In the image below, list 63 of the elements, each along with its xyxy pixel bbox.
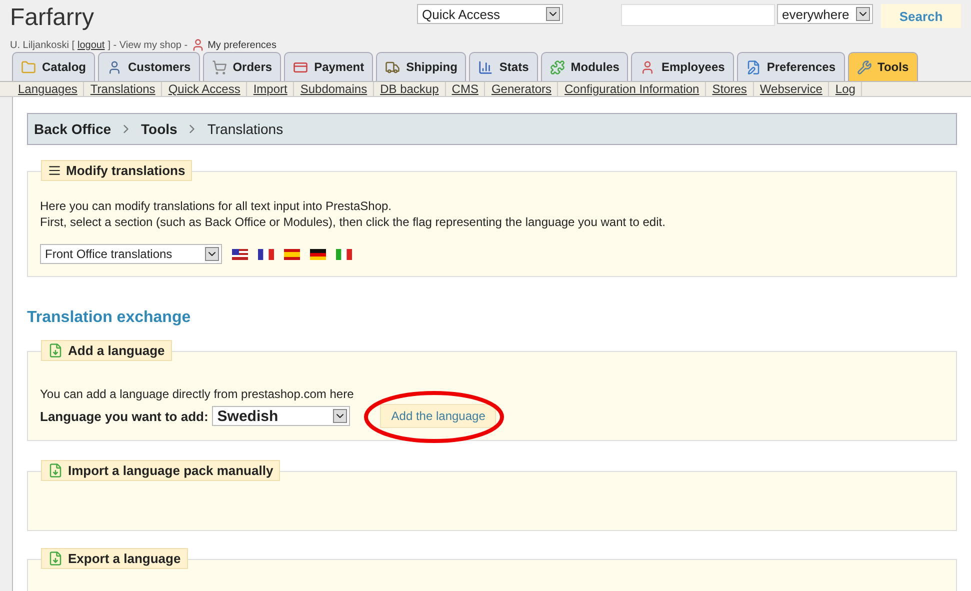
nav-tab[interactable]: Shipping [376,52,466,81]
shop-name: Farfarry [10,4,95,32]
subnav-link[interactable]: CMS [446,82,486,96]
nav-tab[interactable]: Customers [98,52,200,81]
logout-link[interactable]: logout [77,40,105,50]
page-arrow-icon [48,551,63,566]
puzzle-icon [550,60,565,74]
section-heading: Translation exchange [27,309,192,327]
nav-tab[interactable]: Catalog [12,52,96,81]
subnav-link[interactable]: Languages [12,82,84,96]
description-text: Here you can modify translations for all text input into PrestaShop. [40,198,393,214]
user-name: U. Liljankoski [ [10,40,74,50]
flag-icon[interactable] [258,248,274,260]
breadcrumb-item[interactable]: Tools [141,121,178,137]
bar-chart-icon [478,60,494,74]
legend-title: Add a language [68,343,165,358]
page-pencil-icon [746,60,761,74]
nav-tab[interactable]: Tools [848,52,918,81]
subnav-link[interactable]: Webservice [754,82,830,96]
legend-title: Import a language pack manually [68,463,274,478]
subnav-link[interactable]: Translations [84,82,162,96]
section-select[interactable]: Front Office translations [40,244,222,264]
nav-tab[interactable]: Modules [540,52,628,81]
page-arrow-icon [48,343,63,358]
subnav-link[interactable]: Log [829,82,862,96]
breadcrumb-item[interactable]: Back Office [34,121,112,137]
subnav-link[interactable]: Import [247,82,294,96]
subnav-link[interactable]: Configuration Information [558,82,706,96]
preferences-link[interactable]: My preferences [208,40,276,50]
search-field[interactable] [621,4,775,26]
wrench-icon [856,60,872,74]
view-shop-text: ] - View my shop - [108,40,188,50]
folder-icon [21,60,36,74]
subnav-link[interactable]: Subdomains [294,82,374,96]
page-arrow-icon [48,463,63,478]
legend-title: Modify translations [66,163,186,178]
breadcrumb-item: Translations [207,121,284,137]
text-lines-icon [48,164,61,177]
person-icon [107,60,122,74]
cart-icon [212,60,227,74]
nav-tab[interactable]: Preferences [736,52,845,81]
nav-tab[interactable]: Orders [202,52,282,81]
nav-tab[interactable]: Employees [631,52,734,81]
subnav-link[interactable]: Quick Access [162,82,248,96]
nav-tab[interactable]: Payment [284,52,374,81]
description-text: You can add a language directly from prestashop.com here [40,386,355,402]
add-language-button[interactable]: Add the language [380,404,496,428]
legend-title: Export a language [68,551,181,566]
quick-access-select[interactable]: Quick Access [417,4,563,24]
field-label: Language you want to add: [40,408,208,424]
person-icon [640,60,656,74]
truck-icon [385,60,400,74]
description-text: First, select a section (such as Back Office or Modules), then click the flag representing the language you want to edit. [40,214,666,230]
subnav-link[interactable]: DB backup [374,82,446,96]
flag-icon[interactable] [232,248,248,260]
subnav-link[interactable]: Stores [706,82,754,96]
person-icon [190,38,205,52]
card-icon [293,60,308,74]
nav-tab[interactable]: Stats [469,52,538,81]
subnav-link[interactable]: Generators [485,82,558,96]
language-select[interactable]: Swedish [212,406,350,426]
flag-icon[interactable] [310,248,326,260]
scope-select[interactable]: everywhere [777,4,873,24]
